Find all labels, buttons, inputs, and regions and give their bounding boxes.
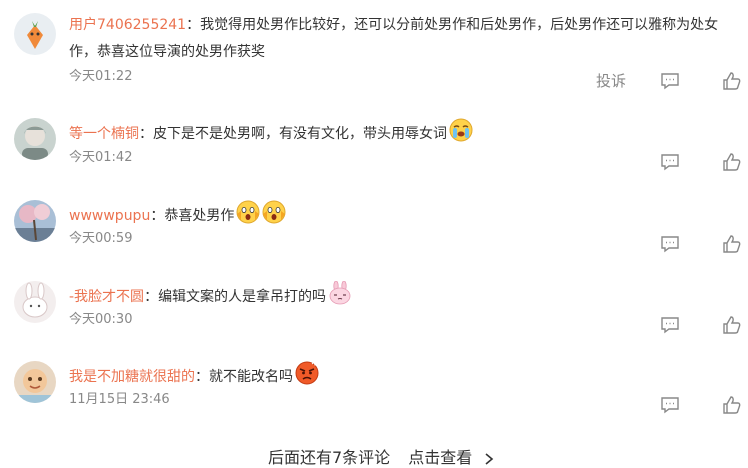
like-icon[interactable] (722, 234, 742, 254)
comment-text-continued: 作，恭喜这位导演的处男作获奖 (69, 44, 265, 60)
comment-actions: 投诉 (0, 69, 748, 93)
comment-text: 恭喜处男作 (164, 208, 235, 224)
comment-text: 皮下是不是处男啊，有没有文化，带头用辱女词 (153, 126, 447, 142)
comment-actions (0, 232, 748, 256)
comment-username[interactable]: 用户7406255241 (69, 17, 186, 33)
comment-actions (0, 393, 748, 417)
comment-item: 等一个楠铜：皮下是不是处男啊，有没有文化，带头用辱女词 今天01:42 (0, 118, 748, 198)
like-icon[interactable] (722, 315, 742, 335)
report-button[interactable]: 投诉 (596, 69, 626, 93)
view-more-link[interactable]: 点击查看 (408, 448, 472, 467)
comment-username[interactable]: wwwwpupu (69, 208, 150, 224)
comment-item: wwwwpupu：恭喜处男作 今天00:59 (0, 200, 748, 280)
comment-text-line: 我是不加糖就很甜的：就不能改名吗 (69, 361, 748, 393)
reply-icon[interactable] (660, 235, 680, 253)
reply-icon[interactable] (660, 72, 680, 90)
more-comments-bar: 后面还有7条评论 点击查看 (268, 444, 495, 468)
comment-text-line: 用户7406255241：我觉得用处男作比较好，还可以分前处男作和后处男作，后处… (69, 13, 748, 37)
like-icon[interactable] (722, 395, 742, 415)
comment-actions (0, 150, 748, 174)
comment-text: 就不能改名吗 (209, 369, 293, 385)
colon: ： (186, 17, 201, 33)
colon: ： (195, 369, 209, 385)
colon: ： (150, 208, 165, 224)
crying-face-icon (449, 118, 473, 150)
comment-username[interactable]: 等一个楠铜 (69, 126, 139, 142)
comment-text-line-2: 作，恭喜这位导演的处男作获奖 (69, 40, 748, 64)
comment-actions (0, 313, 748, 337)
colon: ： (139, 126, 153, 142)
comment-item: 我是不加糖就很甜的：就不能改名吗 11月15日 23:46 (0, 361, 748, 441)
like-icon[interactable] (722, 152, 742, 172)
reply-icon[interactable] (660, 316, 680, 334)
comment-username[interactable]: 我是不加糖就很甜的 (69, 369, 195, 385)
screaming-face-icon (262, 200, 286, 232)
comment-text: 我觉得用处男作比较好，还可以分前处男作和后处男作，后处男作还可以雅称为处女 (200, 17, 719, 33)
chevron-right-icon[interactable] (483, 452, 495, 466)
comment-text-line: -我脸才不圆：编辑文案的人是拿吊打的吗 (69, 280, 748, 313)
angry-face-icon (295, 361, 319, 393)
avatar[interactable] (14, 13, 56, 55)
screaming-face-icon (236, 200, 260, 232)
comment-text-line: wwwwpupu：恭喜处男作 (69, 200, 748, 232)
bunny-face-icon (328, 280, 352, 313)
reply-icon[interactable] (660, 153, 680, 171)
comment-text: 编辑文案的人是拿吊打的吗 (158, 289, 327, 305)
comment-item: 用户7406255241：我觉得用处男作比较好，还可以分前处男作和后处男作，后处… (0, 13, 748, 93)
colon: ： (144, 289, 159, 305)
more-comments-text: 后面还有7条评论 (268, 448, 391, 467)
comment-username[interactable]: -我脸才不圆 (69, 289, 144, 305)
reply-icon[interactable] (660, 396, 680, 414)
comment-item: -我脸才不圆：编辑文案的人是拿吊打的吗 今天00:30 (0, 280, 748, 361)
like-icon[interactable] (722, 71, 742, 91)
comment-text-line: 等一个楠铜：皮下是不是处男啊，有没有文化，带头用辱女词 (69, 118, 748, 150)
